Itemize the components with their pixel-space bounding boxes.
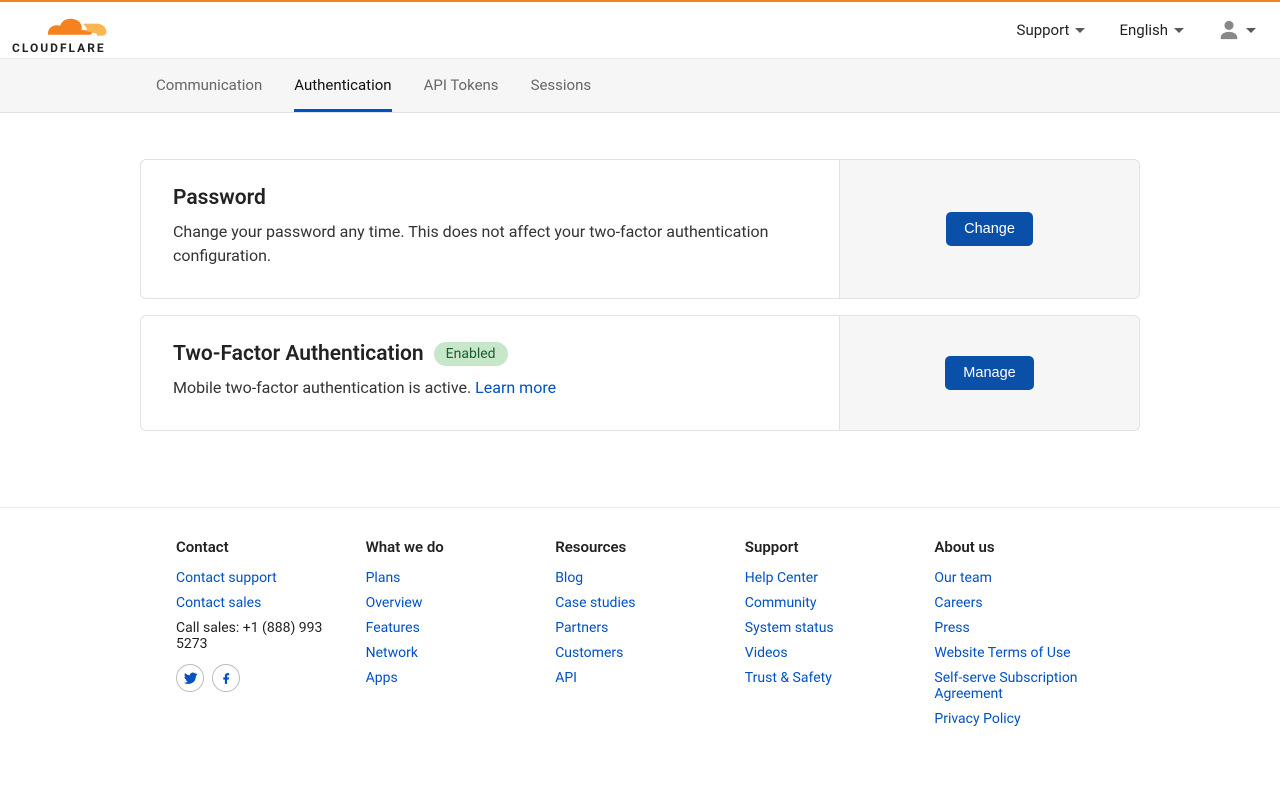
facebook-link[interactable] xyxy=(212,664,240,692)
footer-link[interactable]: Careers xyxy=(934,595,982,611)
footer-link[interactable]: Network xyxy=(366,645,418,661)
footer-link[interactable]: Community xyxy=(745,595,817,611)
two-factor-desc-text: Mobile two-factor authentication is acti… xyxy=(173,378,471,397)
footer-link[interactable]: Features xyxy=(366,620,420,636)
footer-link[interactable]: Self-serve Subscription Agreement xyxy=(934,670,1077,702)
footer-support: Support Help Center Community System sta… xyxy=(745,538,915,736)
footer-link[interactable]: Partners xyxy=(555,620,608,636)
tab-sessions[interactable]: Sessions xyxy=(531,59,592,112)
tab-bar: Communication Authentication API Tokens … xyxy=(0,59,1280,113)
tab-communication[interactable]: Communication xyxy=(156,59,262,112)
support-menu[interactable]: Support xyxy=(1017,21,1086,39)
footer-link[interactable]: API xyxy=(555,670,577,686)
tab-authentication[interactable]: Authentication xyxy=(294,59,391,112)
footer-link[interactable]: Help Center xyxy=(745,570,818,586)
learn-more-link[interactable]: Learn more xyxy=(475,378,556,397)
footer-whatwedo-heading: What we do xyxy=(366,538,536,556)
password-card: Password Change your password any time. … xyxy=(140,159,1140,299)
two-factor-desc: Mobile two-factor authentication is acti… xyxy=(173,376,807,400)
footer-link[interactable]: Trust & Safety xyxy=(745,670,832,686)
social-links xyxy=(176,664,346,692)
language-menu[interactable]: English xyxy=(1119,21,1184,39)
two-factor-card: Two-Factor Authentication Enabled Mobile… xyxy=(140,315,1140,431)
footer-link[interactable]: Customers xyxy=(555,645,623,661)
footer-link[interactable]: System status xyxy=(745,620,834,636)
chevron-down-icon xyxy=(1246,28,1256,33)
brand-name: CLOUDFLARE xyxy=(12,41,106,55)
avatar-icon xyxy=(1218,19,1240,41)
chevron-down-icon xyxy=(1075,28,1085,33)
footer-link[interactable]: Videos xyxy=(745,645,788,661)
two-factor-heading: Two-Factor Authentication Enabled xyxy=(173,342,807,366)
tab-api-tokens[interactable]: API Tokens xyxy=(424,59,499,112)
support-label: Support xyxy=(1017,21,1070,39)
two-factor-title: Two-Factor Authentication xyxy=(173,342,424,366)
twitter-link[interactable] xyxy=(176,664,204,692)
footer-whatwedo: What we do Plans Overview Features Netwo… xyxy=(366,538,536,736)
account-menu[interactable] xyxy=(1218,19,1256,41)
footer-link[interactable]: Privacy Policy xyxy=(934,711,1020,727)
footer-link[interactable]: Plans xyxy=(366,570,401,586)
footer-support-heading: Support xyxy=(745,538,915,556)
footer-about-heading: About us xyxy=(934,538,1104,556)
facebook-icon xyxy=(220,672,233,685)
footer-about: About us Our team Careers Press Website … xyxy=(934,538,1104,736)
language-label: English xyxy=(1119,21,1168,39)
change-password-button[interactable]: Change xyxy=(946,212,1033,246)
footer-contact: Contact Contact support Contact sales Ca… xyxy=(176,538,346,736)
content: Password Change your password any time. … xyxy=(140,113,1140,507)
footer-link[interactable]: Our team xyxy=(934,570,991,586)
chevron-down-icon xyxy=(1174,28,1184,33)
password-heading: Password xyxy=(173,186,807,210)
twitter-icon xyxy=(184,672,197,685)
main-header: CLOUDFLARE Support English xyxy=(0,2,1280,59)
manage-2fa-button[interactable]: Manage xyxy=(945,356,1033,390)
footer-contact-heading: Contact xyxy=(176,538,346,556)
call-sales-text: Call sales: +1 (888) 993 5273 xyxy=(176,620,346,652)
footer-resources-heading: Resources xyxy=(555,538,725,556)
footer-link[interactable]: Press xyxy=(934,620,969,636)
password-desc: Change your password any time. This does… xyxy=(173,220,807,268)
footer-link[interactable]: Case studies xyxy=(555,595,635,611)
footer-link[interactable]: Website Terms of Use xyxy=(934,645,1070,661)
footer: Contact Contact support Contact sales Ca… xyxy=(0,507,1280,776)
footer-link[interactable]: Apps xyxy=(366,670,398,686)
footer-resources: Resources Blog Case studies Partners Cus… xyxy=(555,538,725,736)
status-badge: Enabled xyxy=(434,342,508,366)
footer-link[interactable]: Overview xyxy=(366,595,423,611)
contact-sales-link[interactable]: Contact sales xyxy=(176,595,261,611)
footer-link[interactable]: Blog xyxy=(555,570,583,586)
contact-support-link[interactable]: Contact support xyxy=(176,570,277,586)
header-right: Support English xyxy=(1017,19,1256,41)
